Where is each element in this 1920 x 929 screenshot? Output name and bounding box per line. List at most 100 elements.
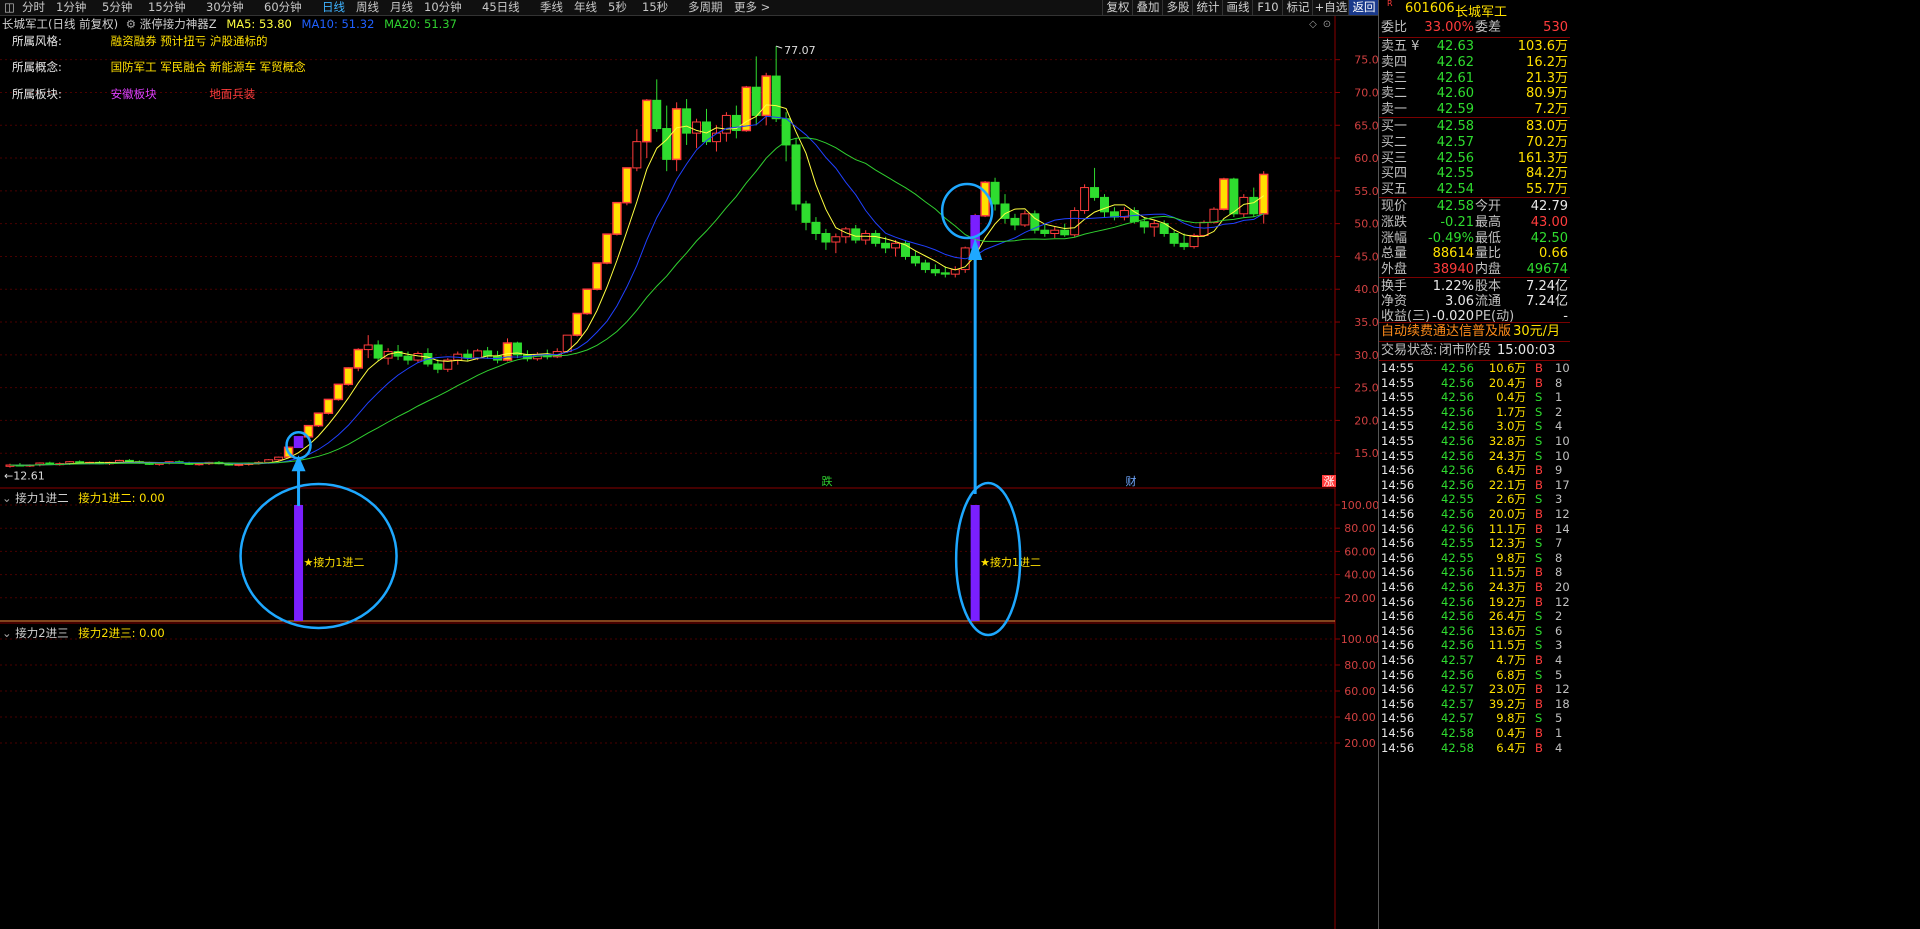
candle-body [1080, 187, 1090, 212]
sub2-collapse-icon[interactable]: ⌄ [2, 626, 12, 640]
tick-time: 14:56 [1381, 711, 1415, 726]
quote-ratio-row: 委比 33.00% 委差 530 [1381, 20, 1568, 35]
tick-row-17: 14:56 42.56 26.4万 S 2 [1379, 609, 1570, 623]
candle-body [791, 144, 801, 205]
tick-direction: B [1535, 696, 1543, 711]
candle-body [433, 363, 443, 370]
toolbar-btn-0[interactable]: 复权 [1102, 0, 1133, 15]
indicator-settings-icon[interactable]: ⚙ [126, 17, 136, 31]
chart-diamond-icon: ◇ [1309, 19, 1317, 30]
low-marker: ←12.61 [4, 470, 45, 483]
indicator-name[interactable]: 涨停接力神器Z [140, 17, 217, 31]
toolbar-btn-6[interactable]: 标记 [1282, 0, 1313, 15]
tick-time: 14:55 [1381, 361, 1415, 375]
panel-toggle-icon[interactable]: ◫ [4, 0, 15, 15]
high-marker-line [775, 45, 783, 49]
main-y-label-6: 45.00 [1354, 250, 1378, 263]
period-1[interactable]: 1分钟 [56, 0, 86, 15]
main-y-label-0: 75.00 [1354, 54, 1378, 67]
bid-label: 买四 [1381, 166, 1408, 182]
candle-body [940, 272, 950, 275]
tick-volume: 23.0万 [1488, 682, 1526, 697]
sub2-title[interactable]: 接力2进三 [15, 626, 68, 640]
ask-label: 卖一 [1381, 102, 1408, 118]
bid-price: 42.55 [1436, 166, 1474, 182]
tick-price: 42.56 [1441, 623, 1474, 638]
tick-direction: S [1535, 550, 1543, 565]
tick-direction: B [1535, 653, 1543, 667]
period-6[interactable]: 日线 [322, 0, 345, 15]
candle-body [353, 348, 363, 369]
period-15[interactable]: 多周期 [688, 0, 723, 15]
toolbar-btn-3[interactable]: 统计 [1192, 0, 1223, 15]
stat-label-2: 最低 [1475, 230, 1502, 246]
tick-price: 42.56 [1441, 390, 1474, 405]
toolbar-btn-1[interactable]: 叠加 [1132, 0, 1163, 15]
tick-volume: 20.4万 [1488, 375, 1526, 390]
ask-volume: 7.2万 [1534, 102, 1568, 118]
toolbar-btn-4[interactable]: 画线 [1222, 0, 1253, 15]
stat-row-0: 现价 42.58 今开 42.79 [1379, 198, 1570, 215]
candle-body [194, 463, 204, 466]
period-0[interactable]: 分时 [22, 0, 45, 15]
period-12[interactable]: 年线 [574, 0, 597, 15]
tick-row-11: 14:56 42.56 11.1万 B 14 [1379, 522, 1570, 536]
period-14[interactable]: 15秒 [642, 0, 668, 15]
candle-body [1060, 229, 1070, 236]
tick-row-18: 14:56 42.56 13.6万 S 6 [1379, 624, 1570, 638]
period-3[interactable]: 15分钟 [148, 0, 186, 15]
period-4[interactable]: 30分钟 [206, 0, 244, 15]
period-8[interactable]: 月线 [390, 0, 413, 15]
period-9[interactable]: 10分钟 [424, 0, 462, 15]
toolbar-btn-5[interactable]: F10 [1252, 0, 1283, 15]
promo-text[interactable]: 自动续费通达信普及版 [1381, 323, 1511, 340]
candle-body [572, 312, 582, 336]
promo-price[interactable]: 30元/月 [1513, 323, 1560, 340]
tick-time: 14:56 [1381, 740, 1415, 755]
stat-label: 现价 [1381, 199, 1408, 214]
tick-direction: S [1535, 609, 1543, 624]
sub1-collapse-icon[interactable]: ⌄ [2, 491, 12, 505]
ask-price: 42.61 [1436, 70, 1474, 86]
info-sector-value-1[interactable]: 安徽板块 [111, 86, 206, 102]
sub1-y-label-4: 20.00 [1344, 592, 1376, 605]
period-13[interactable]: 5秒 [608, 0, 627, 15]
sub1-title-row: ⌄ 接力1进二 接力1进二: 0.00 [2, 490, 165, 506]
candle-body [323, 398, 334, 414]
stat-value-2: 42.50 [1530, 230, 1568, 246]
stat-label: 涨幅 [1381, 230, 1408, 246]
tick-direction: B [1535, 580, 1543, 594]
stat-label: 总量 [1381, 246, 1408, 262]
tick-price: 42.57 [1441, 653, 1474, 667]
sub2-value: 接力2进三: 0.00 [78, 626, 165, 640]
info-sector-value-2[interactable]: 地面兵装 [209, 87, 255, 101]
period-16[interactable]: 更多 > [734, 0, 770, 15]
tick-time: 14:55 [1381, 448, 1415, 463]
toolbar-btn-2[interactable]: 多股 [1162, 0, 1193, 15]
sub1-title[interactable]: 接力1进二 [15, 491, 68, 505]
tick-direction: S [1535, 711, 1543, 726]
tick-volume: 24.3万 [1488, 448, 1526, 463]
period-10[interactable]: 45日线 [482, 0, 520, 15]
signal-label-0: ★接力1进二 [304, 556, 365, 569]
tick-time: 14:56 [1381, 726, 1415, 740]
tick-count: 8 [1555, 550, 1563, 565]
period-7[interactable]: 周线 [356, 0, 379, 15]
tick-time: 14:56 [1381, 609, 1415, 624]
period-2[interactable]: 5分钟 [102, 0, 132, 15]
toolbar-btn-7[interactable]: +自选 [1312, 0, 1349, 15]
tick-count: 8 [1555, 565, 1563, 580]
chart-title-row: 长城军工(日线 前复权) ⚙ 涨停接力神器Z MA5: 53.80 MA10: … [2, 16, 457, 32]
candle-body [1050, 229, 1060, 234]
promo-row[interactable]: 自动续费通达信普及版 30元/月 [1379, 323, 1570, 340]
candle-body [1189, 234, 1199, 248]
candle-body [632, 141, 642, 169]
period-toolbar: ◫ 分时 1分钟 5分钟 15分钟 30分钟 60分钟 日线 周线 月线 10分钟 45日线 季线 年线 5… [0, 0, 1379, 16]
toolbar-btn-8[interactable]: 返回 [1348, 0, 1379, 15]
tick-volume: 6.4万 [1496, 463, 1526, 478]
period-11[interactable]: 季线 [540, 0, 563, 15]
period-5[interactable]: 60分钟 [264, 0, 302, 15]
candle-body [771, 75, 781, 120]
tick-count: 4 [1555, 419, 1563, 434]
ask-row-0: 卖五 ¥ 42.63 103.6万 [1379, 38, 1570, 55]
